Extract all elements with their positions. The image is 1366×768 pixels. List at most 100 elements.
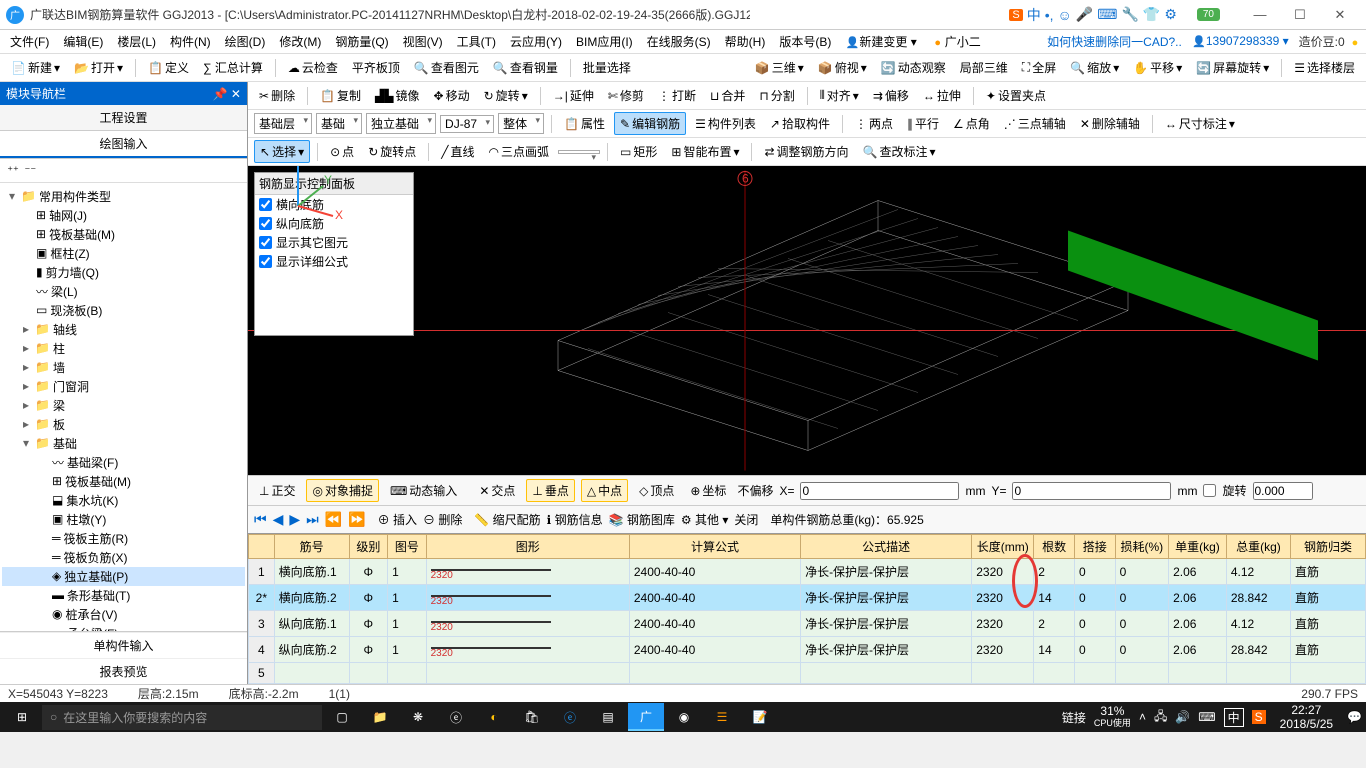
rebar-table[interactable]: 筋号级别图号 图形计算公式公式描述 长度(mm)根数搭接 损耗(%)单重(kg)… — [248, 533, 1366, 684]
tray-notifications-icon[interactable]: 💬 — [1347, 710, 1362, 724]
task-view-icon[interactable]: ▢ — [324, 703, 360, 731]
store-icon[interactable]: 🛍 — [514, 703, 550, 731]
nav-next[interactable]: ▶ — [289, 511, 300, 528]
snap-cross[interactable]: ✕ 交点 — [474, 480, 520, 501]
zoom-button[interactable]: 🔍 缩放 ▾ — [1065, 57, 1124, 78]
component-tree[interactable]: ▾📁常用构件类型 ⊞ 轴网(J) ⊞ 筏板基础(M) ▣ 框柱(Z) ▮ 剪力墙… — [0, 183, 247, 632]
tray-network-icon[interactable]: 🖧 — [1154, 707, 1167, 728]
sogou-icon[interactable]: S — [1009, 9, 1022, 21]
break-button[interactable]: ⋮ 打断 — [653, 85, 701, 106]
stretch-button[interactable]: ↔ 拉伸 — [918, 85, 966, 106]
edge-icon[interactable]: ⓔ — [438, 703, 474, 731]
menu-cloud[interactable]: 云应用(Y) — [504, 31, 568, 52]
sum-button[interactable]: ∑ 汇总计算 — [198, 57, 268, 78]
extend-button[interactable]: →| 延伸 — [548, 85, 599, 106]
explorer-icon[interactable]: 📁 — [362, 703, 398, 731]
merge-button[interactable]: ⊔ 合并 — [705, 85, 750, 106]
menu-tools[interactable]: 工具(T) — [451, 31, 502, 52]
ime-mode[interactable]: 中 — [1027, 5, 1041, 25]
delete-button[interactable]: ✂ 删除 — [254, 85, 300, 106]
account-label[interactable]: 👤13907298339 ▾ — [1192, 34, 1289, 49]
maximize-button[interactable]: ☐ — [1280, 7, 1320, 23]
minimize-button[interactable]: — — [1240, 7, 1280, 22]
smart-layout-button[interactable]: ⊞ 智能布置 ▾ — [666, 141, 744, 162]
nav-last[interactable]: ⏭ — [306, 511, 319, 528]
edit-rebar-button[interactable]: ✎ 编辑钢筋 — [614, 112, 686, 135]
start-button[interactable]: ⊞ — [4, 703, 40, 731]
rebar-lib-button[interactable]: 📚 钢筋图库 — [609, 511, 675, 528]
type-select[interactable]: 独立基础 — [366, 113, 436, 134]
new-button[interactable]: 📄 新建 ▾ — [6, 57, 65, 78]
component-id-select[interactable]: DJ-87 — [440, 115, 494, 133]
tray-volume-icon[interactable]: 🔊 — [1175, 710, 1190, 724]
del-axis-button[interactable]: ✕ 删除辅轴 — [1075, 113, 1145, 134]
split-button[interactable]: ⊓ 分割 — [754, 85, 799, 106]
app-icon-5[interactable]: 📝 — [742, 703, 778, 731]
fullscreen-button[interactable]: ⛶ 全屏 — [1017, 57, 1061, 78]
flat-roof-button[interactable]: 平齐板顶 — [347, 57, 405, 78]
rotate-checkbox[interactable] — [1203, 484, 1216, 497]
menu-file[interactable]: 文件(F) — [4, 31, 55, 52]
tray-up-icon[interactable]: ˄ — [1139, 710, 1146, 724]
menu-version[interactable]: 版本号(B) — [773, 31, 837, 52]
copy-button[interactable]: 📋 复制 — [315, 85, 366, 106]
point-button[interactable]: ⊙ 点 — [325, 141, 359, 162]
chrome-icon[interactable]: ◉ — [666, 703, 702, 731]
table-row[interactable]: 2*横向底筋.2Φ123202400-40-40净长-保护层-保护层232014… — [249, 585, 1366, 611]
comp-list-button[interactable]: ☰ 构件列表 — [690, 113, 761, 134]
set-pivot-button[interactable]: ✦ 设置夹点 — [981, 85, 1051, 106]
table-row[interactable]: 5 — [249, 663, 1366, 684]
dim-button[interactable]: ↔ 尺寸标注 ▾ — [1160, 113, 1240, 134]
expand-icon[interactable]: ⁺⁺ — [6, 164, 20, 178]
menu-floor[interactable]: 楼层(L) — [111, 31, 162, 52]
app-icon-1[interactable]: ❋ — [400, 703, 436, 731]
3d-button[interactable]: 📦 三维 ▾ — [750, 57, 809, 78]
table-row[interactable]: 3纵向底筋.1Φ123202400-40-40净长-保护层-保护层2320200… — [249, 611, 1366, 637]
cloud-check-button[interactable]: ☁ 云检查 — [283, 57, 343, 78]
three-axis-button[interactable]: ⋰ 三点辅轴 — [999, 113, 1071, 134]
scale-rebar-button[interactable]: 📏 缩尺配筋 — [474, 511, 540, 528]
ie-icon[interactable]: ⓔ — [552, 703, 588, 731]
menu-bim[interactable]: BIM应用(I) — [570, 31, 639, 52]
rotate-button[interactable]: ↻ 旋转 ▾ — [479, 85, 533, 106]
scope-select[interactable]: 整体 — [498, 113, 544, 134]
arc3-button[interactable]: ◠ 三点画弧 — [484, 141, 555, 162]
single-input-button[interactable]: 单构件输入 — [0, 632, 247, 658]
row-delete-button[interactable]: ⊖ 删除 — [423, 511, 462, 528]
dyn-toggle[interactable]: ⌨ 动态输入 — [385, 480, 462, 501]
look-button[interactable]: 📦 俯视 ▾ — [813, 57, 872, 78]
close-panel-button[interactable]: 关闭 — [734, 511, 758, 528]
ggj-taskbar-icon[interactable]: 广 — [628, 703, 664, 731]
tray-ime[interactable]: 中 — [1224, 708, 1244, 727]
attr-button[interactable]: 📋 属性 — [559, 113, 610, 134]
menu-modify[interactable]: 修改(M) — [273, 31, 327, 52]
batch-sel-button[interactable]: 批量选择 — [578, 57, 636, 78]
new-change-button[interactable]: 👤新建变更 ▾ — [839, 31, 922, 52]
user-indicator[interactable]: ●广小二 — [925, 31, 987, 52]
line-style-select[interactable] — [558, 150, 600, 154]
rebar-info-button[interactable]: ℹ 钢筋信息 — [547, 511, 603, 528]
other-button[interactable]: ⚙ 其他 ▾ — [681, 511, 728, 528]
tab-project-settings[interactable]: 工程设置 — [0, 105, 247, 130]
osnap-toggle[interactable]: ◎ 对象捕捉 — [306, 479, 379, 502]
open-button[interactable]: 📂 打开 ▾ — [69, 57, 128, 78]
adjust-dir-button[interactable]: ⇄ 调整钢筋方向 — [759, 141, 853, 162]
select-tool-button[interactable]: ↖ 选择 ▾ — [254, 140, 310, 163]
app-icon-3[interactable]: ▤ — [590, 703, 626, 731]
viewport-3d[interactable]: 6 钢筋显示控制面板 横向底筋 纵向底筋 显示其它图元 显示详细公式 Z Y X — [248, 166, 1366, 475]
trim-button[interactable]: ✄ 修剪 — [603, 85, 649, 106]
menu-help[interactable]: 帮助(H) — [719, 31, 772, 52]
edit-dim-button[interactable]: 🔍 查改标注 ▾ — [858, 141, 941, 162]
rect-button[interactable]: ▭ 矩形 — [615, 141, 662, 162]
offset-mode-select[interactable]: 不偏移 — [737, 482, 773, 499]
tray-keyboard-icon[interactable]: ⌨ — [1198, 710, 1215, 724]
x-input[interactable] — [800, 482, 959, 500]
snap-perp[interactable]: ⊥ 垂点 — [526, 479, 574, 502]
menu-online[interactable]: 在线服务(S) — [641, 31, 717, 52]
pin-icon[interactable]: 📌 ✕ — [213, 87, 241, 101]
menu-view[interactable]: 视图(V) — [397, 31, 449, 52]
align-button[interactable]: ⫴ 对齐 ▾ — [815, 85, 864, 106]
tip-link[interactable]: 如何快速删除同一CAD?.. — [1047, 33, 1182, 50]
view-pic-button[interactable]: 🔍 查看图元 — [409, 57, 484, 78]
local-3d-button[interactable]: 局部三维 — [955, 57, 1013, 78]
